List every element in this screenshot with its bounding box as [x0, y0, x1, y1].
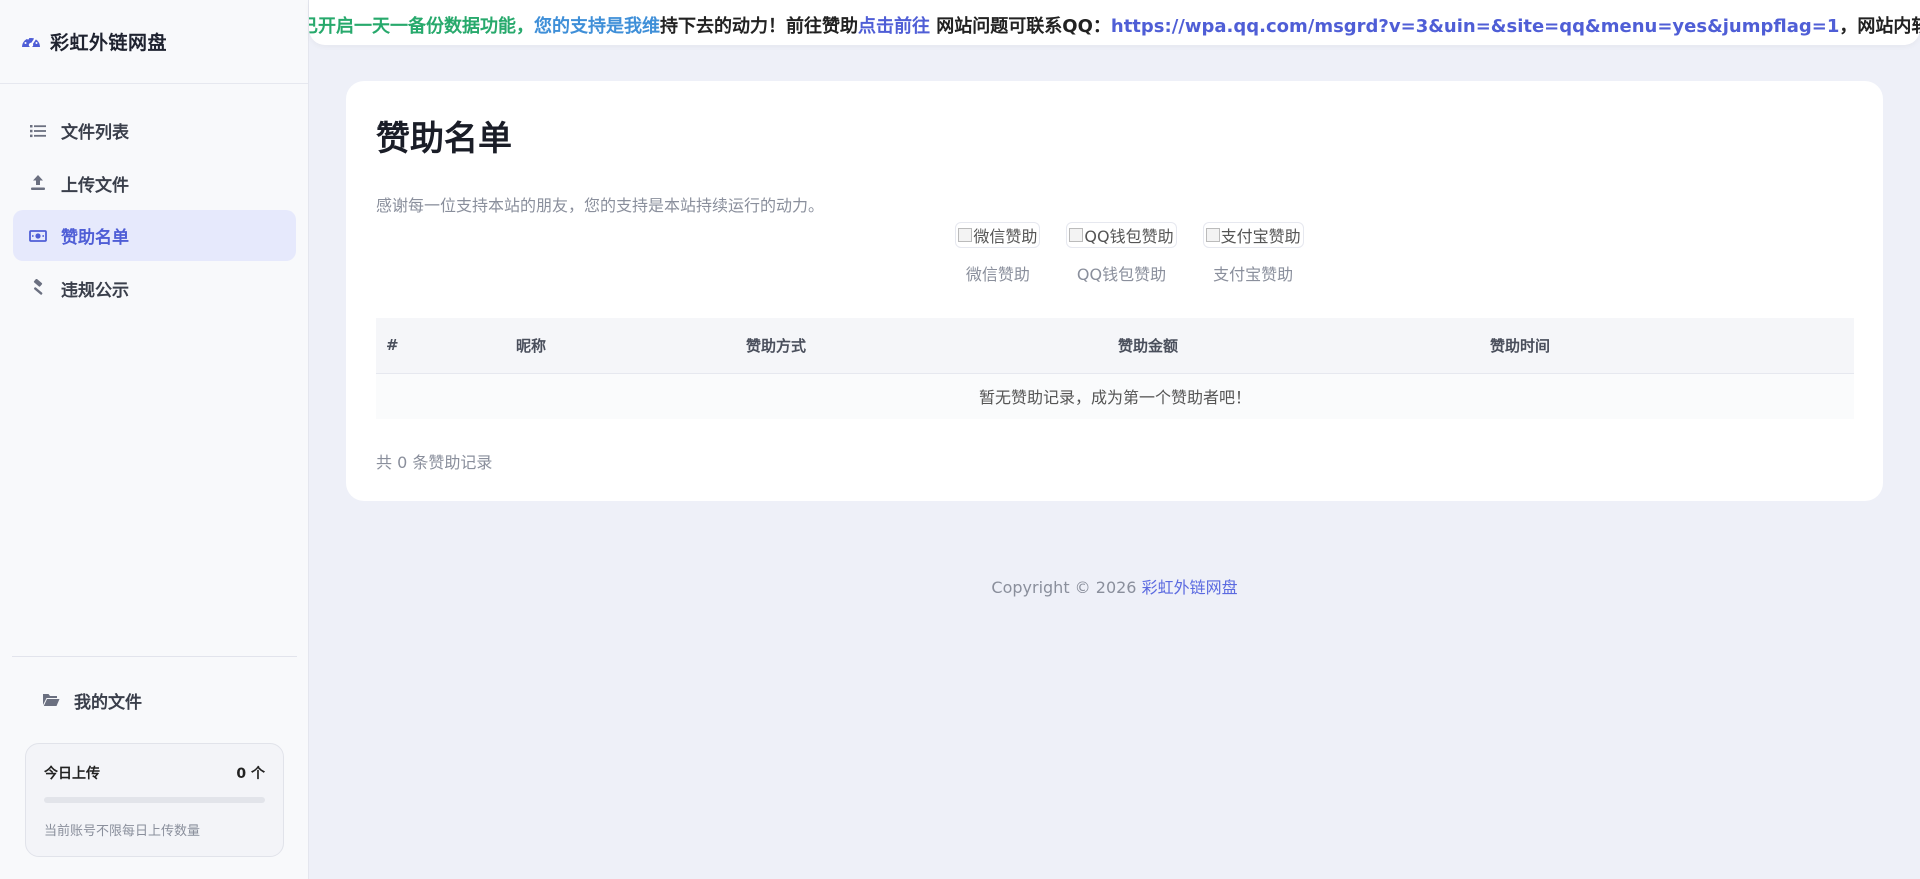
- sidebar-nav: 文件列表 上传文件 赞助名单 违规公示: [0, 84, 308, 314]
- page-description: 感谢每一位支持本站的朋友，您的支持是本站持续运行的动力。: [376, 196, 825, 215]
- notice-part-1: 已开启一天一备份数据功能，: [309, 16, 534, 37]
- money-icon: [29, 227, 47, 245]
- notice-part-4: 网站问题可联系QQ：: [930, 16, 1111, 37]
- image-alt-text: 支付宝赞助: [1220, 227, 1301, 246]
- column-header-time: 赞助时间: [1480, 318, 1854, 374]
- wechat-qr-image: 微信赞助: [955, 222, 1041, 248]
- pay-method-label: 支付宝赞助: [1213, 265, 1294, 284]
- notice-sponsor-link[interactable]: 点击前往: [858, 16, 930, 37]
- pay-method-wechat: 微信赞助 微信赞助: [955, 222, 1041, 285]
- sidebar-item-my-files[interactable]: 我的文件: [26, 675, 309, 725]
- pay-method-label: 微信赞助: [965, 265, 1030, 284]
- column-header-method: 赞助方式: [736, 318, 1108, 374]
- quota-progress-bar: [44, 797, 265, 803]
- image-alt-text: 微信赞助: [973, 227, 1038, 246]
- column-header-index: #: [376, 318, 506, 374]
- sidebar-item-label: 赞助名单: [61, 228, 129, 248]
- brand[interactable]: 彩虹外链网盘: [0, 0, 308, 84]
- payment-methods: 微信赞助 微信赞助 QQ钱包赞助 QQ钱包赞助 支付宝赞助 支付宝赞助: [346, 222, 1883, 285]
- sidebar: 彩虹外链网盘 文件列表 上传文件 赞助名单 违规公示 我的文件 今日上传 0 个…: [0, 0, 309, 879]
- notice-part-2: 您的支持是我维: [534, 16, 660, 37]
- empty-state-text: 暂无赞助记录，成为第一个赞助者吧！: [376, 373, 1854, 419]
- table-header-row: # 昵称 赞助方式 赞助金额 赞助时间: [376, 318, 1854, 374]
- upload-quota-card: 今日上传 0 个 当前账号不限每日上传数量: [25, 743, 284, 857]
- footer-site-link[interactable]: 彩虹外链网盘: [1142, 578, 1238, 597]
- alipay-qr-image: 支付宝赞助: [1202, 222, 1304, 248]
- sidebar-item-file-list[interactable]: 文件列表: [13, 105, 296, 156]
- notice-marquee: 已开启一天一备份数据功能，您的支持是我维持下去的动力！前往赞助点击前往 网站问题…: [309, 0, 1920, 45]
- upload-icon: [29, 174, 47, 192]
- sidebar-item-upload[interactable]: 上传文件: [13, 158, 296, 209]
- quota-title: 今日上传: [44, 766, 100, 782]
- footer: Copyright © 2026 彩虹外链网盘: [309, 574, 1920, 598]
- notice-text: 已开启一天一备份数据功能，您的支持是我维持下去的动力！前往赞助点击前往 网站问题…: [309, 12, 1920, 38]
- sponsors-table-wrapper: # 昵称 赞助方式 赞助金额 赞助时间 暂无赞助记录，成为第一个赞助者吧！: [376, 318, 1854, 419]
- broken-image-icon: [958, 228, 973, 242]
- folder-open-icon: [42, 691, 60, 709]
- sponsors-table: # 昵称 赞助方式 赞助金额 赞助时间 暂无赞助记录，成为第一个赞助者吧！: [376, 318, 1854, 419]
- qq-wallet-qr-image: QQ钱包赞助: [1066, 222, 1177, 248]
- column-header-nickname: 昵称: [506, 318, 736, 374]
- sidebar-item-violations[interactable]: 违规公示: [13, 263, 296, 314]
- quota-value: 0 个: [236, 766, 265, 782]
- image-alt-text: QQ钱包赞助: [1084, 227, 1174, 246]
- copyright-text: Copyright © 2026: [991, 578, 1142, 597]
- table-empty-row: 暂无赞助记录，成为第一个赞助者吧！: [376, 373, 1854, 419]
- pay-method-qq: QQ钱包赞助 QQ钱包赞助: [1066, 222, 1177, 285]
- total-records: 共 0 条赞助记录: [376, 453, 493, 472]
- notice-part-5: ，网站内软件等: [1839, 16, 1920, 37]
- sidebar-item-label: 文件列表: [61, 123, 129, 143]
- notice-qq-link[interactable]: https://wpa.qq.com/msgrd?v=3&uin=&site=q…: [1111, 16, 1840, 37]
- broken-image-icon: [1069, 228, 1084, 242]
- list-icon: [29, 122, 47, 140]
- sidebar-item-label: 上传文件: [61, 175, 129, 196]
- page-title: 赞助名单: [376, 119, 512, 159]
- sidebar-item-sponsors[interactable]: 赞助名单: [13, 210, 296, 261]
- pay-method-label: QQ钱包赞助: [1076, 265, 1167, 284]
- quota-note: 当前账号不限每日上传数量: [44, 824, 201, 839]
- sidebar-item-label: 违规公示: [61, 280, 129, 301]
- notice-part-3: 持下去的动力！前往赞助: [660, 16, 858, 37]
- brand-title: 彩虹外链网盘: [50, 32, 168, 54]
- gavel-icon: [29, 279, 47, 297]
- sponsors-card: 赞助名单 感谢每一位支持本站的朋友，您的支持是本站持续运行的动力。 微信赞助 微…: [346, 81, 1883, 501]
- broken-image-icon: [1205, 228, 1220, 242]
- column-header-amount: 赞助金额: [1108, 318, 1480, 374]
- pay-method-alipay: 支付宝赞助 支付宝赞助: [1202, 222, 1304, 285]
- sidebar-item-label: 我的文件: [74, 692, 142, 713]
- sidebar-divider: [12, 656, 297, 657]
- dashboard-gauge-icon: [20, 31, 42, 53]
